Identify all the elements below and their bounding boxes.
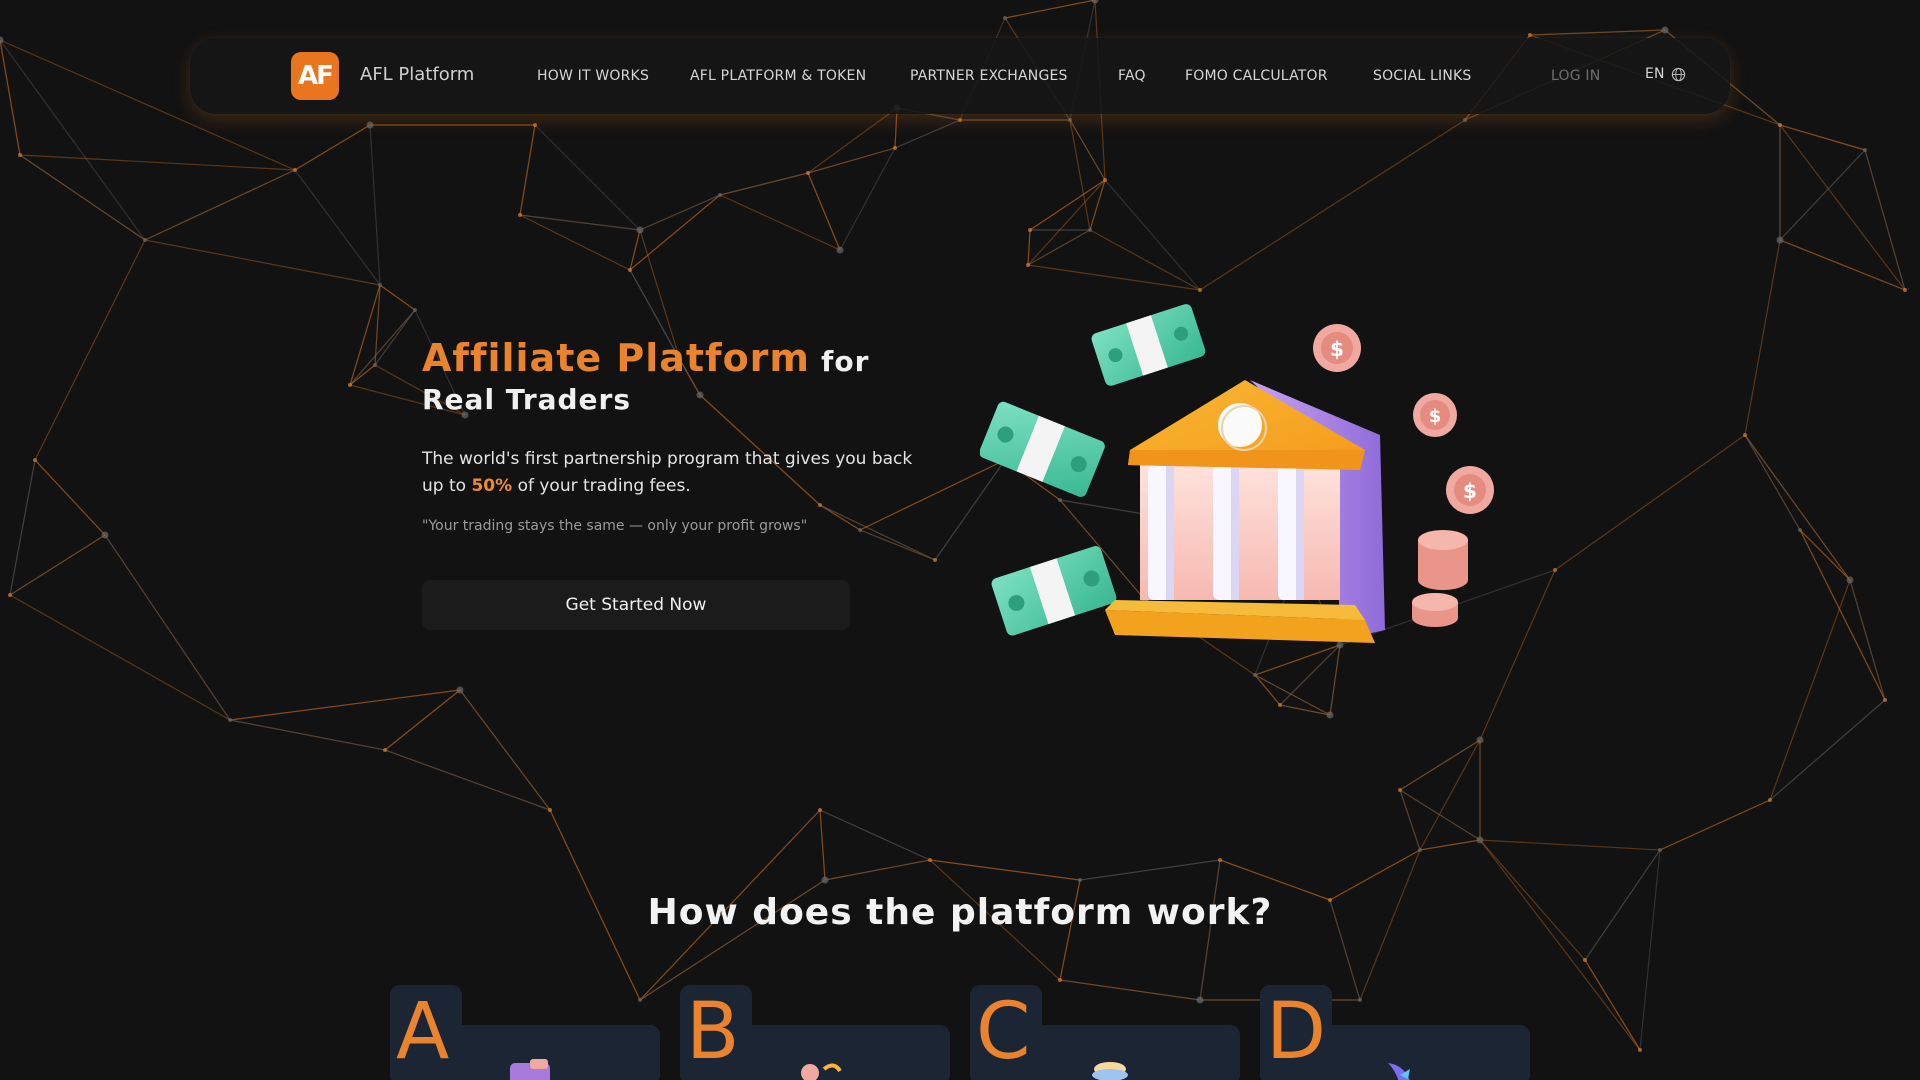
coins-icon (1092, 1062, 1128, 1080)
step-card-b[interactable]: B (680, 985, 950, 1080)
svg-text:$: $ (1463, 479, 1477, 503)
step-card-d[interactable]: D (1260, 985, 1530, 1080)
bank-building-with-money-and-coins-icon: $ $ $ (980, 304, 1494, 643)
hero-desc-percent: 50% (471, 476, 513, 496)
hero-desc-text-end: of your trading fees. (517, 476, 691, 496)
top-navigation-bar: AF AFL Platform HOW IT WORKS AFL PLATFOR… (190, 38, 1730, 114)
hero-quote: "Your trading stays the same — only your… (422, 518, 808, 534)
get-started-button[interactable]: Get Started Now (422, 580, 850, 630)
hero-title-accent: Affiliate Platform (422, 336, 811, 380)
nav-how-it-works[interactable]: HOW IT WORKS (537, 68, 649, 84)
login-link[interactable]: LOG IN (1551, 68, 1600, 84)
step-letter: A (396, 987, 450, 1077)
hero-title: Affiliate Platform for Real Traders (422, 339, 942, 418)
wallet-icon (510, 1059, 550, 1080)
svg-text:$: $ (1330, 337, 1344, 361)
brand-name[interactable]: AFL Platform (360, 64, 474, 85)
step-letter: C (976, 987, 1031, 1077)
nav-fomo-calculator[interactable]: FOMO CALCULATOR (1185, 68, 1328, 84)
nav-faq[interactable]: FAQ (1118, 68, 1146, 84)
hero-description: The world's first partnership program th… (422, 446, 922, 500)
language-label: EN (1645, 66, 1665, 82)
step-letter: D (1266, 987, 1327, 1077)
svg-text:$: $ (1429, 406, 1442, 427)
step-letter: B (686, 987, 740, 1077)
nav-afl-platform-token[interactable]: AFL PLATFORM & TOKEN (690, 68, 866, 84)
nav-social-links[interactable]: SOCIAL LINKS (1373, 68, 1472, 84)
exchange-icon (801, 1063, 842, 1080)
rocket-icon (1388, 1063, 1410, 1080)
step-card-c[interactable]: C (970, 985, 1240, 1080)
globe-icon (1671, 67, 1685, 81)
step-card-a[interactable]: A (390, 985, 660, 1080)
logo-icon[interactable]: AF (291, 52, 339, 100)
language-selector[interactable]: EN (1645, 66, 1686, 82)
how-section-title: How does the platform work? (647, 892, 1273, 933)
nav-partner-exchanges[interactable]: PARTNER EXCHANGES (910, 68, 1068, 84)
